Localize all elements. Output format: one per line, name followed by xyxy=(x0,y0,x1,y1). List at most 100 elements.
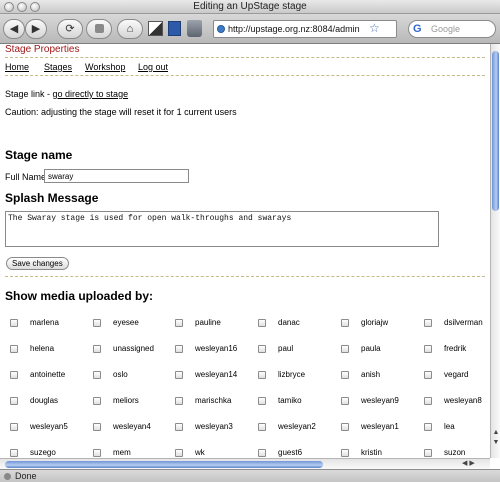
user-label: paul xyxy=(278,344,294,353)
vertical-scrollbar[interactable]: ▲ ▼ xyxy=(490,44,500,458)
divider xyxy=(5,75,485,76)
user-checkbox[interactable] xyxy=(258,397,266,405)
user-checkbox[interactable] xyxy=(258,423,266,431)
stage-link[interactable]: go directly to stage xyxy=(53,89,129,99)
save-changes-button[interactable]: Save changes xyxy=(6,257,69,270)
tag-icon[interactable] xyxy=(187,20,202,37)
user-checkbox[interactable] xyxy=(341,423,349,431)
user-checkbox[interactable] xyxy=(341,449,349,457)
nav-workshop-link[interactable]: Workshop xyxy=(85,62,125,72)
reload-icon: ⟳ xyxy=(65,23,75,35)
user-label: pauline xyxy=(195,318,221,327)
user-checkbox[interactable] xyxy=(341,319,349,327)
user-label: kristin xyxy=(361,448,382,457)
user-label: paula xyxy=(361,344,381,353)
nav-logout-link[interactable]: Log out xyxy=(138,62,168,72)
user-checkbox[interactable] xyxy=(93,449,101,457)
stage-link-line: Stage link - go directly to stage xyxy=(5,89,128,99)
user-checkbox[interactable] xyxy=(10,397,18,405)
user-checkbox[interactable] xyxy=(424,423,432,431)
user-checkbox[interactable] xyxy=(258,319,266,327)
user-label: lea xyxy=(444,422,455,431)
reload-button[interactable]: ⟳ xyxy=(57,19,83,39)
user-checkbox[interactable] xyxy=(258,345,266,353)
user-label: marischka xyxy=(195,396,232,405)
home-button[interactable]: ⌂ xyxy=(117,19,143,39)
search-field[interactable]: G Google xyxy=(408,20,496,38)
user-checkbox[interactable] xyxy=(93,371,101,379)
user-checkbox[interactable] xyxy=(424,319,432,327)
user-label: oslo xyxy=(113,370,128,379)
nav-stages-link[interactable]: Stages xyxy=(44,62,72,72)
stop-button[interactable] xyxy=(86,19,112,39)
user-checkbox[interactable] xyxy=(258,371,266,379)
user-label: wesleyan3 xyxy=(195,422,233,431)
user-checkbox[interactable] xyxy=(175,449,183,457)
site-icon xyxy=(217,25,225,33)
user-checkbox[interactable] xyxy=(424,345,432,353)
bookmark-icon[interactable] xyxy=(148,21,163,36)
caution-text: Caution: adjusting the stage will reset … xyxy=(5,107,237,117)
window-titlebar: Editing an UpStage stage xyxy=(0,0,500,14)
full-name-input[interactable] xyxy=(44,169,189,183)
user-label: antoinette xyxy=(30,370,66,379)
user-label: meliors xyxy=(113,396,139,405)
bookmark-star-icon[interactable]: ☆ xyxy=(369,22,380,34)
user-checkbox[interactable] xyxy=(10,449,18,457)
user-checkbox[interactable] xyxy=(424,397,432,405)
user-checkbox[interactable] xyxy=(175,397,183,405)
user-checkbox[interactable] xyxy=(10,423,18,431)
vertical-scroll-arrows[interactable]: ▲ ▼ xyxy=(491,428,500,448)
google-search-icon[interactable]: G xyxy=(413,22,422,36)
user-checkbox[interactable] xyxy=(175,319,183,327)
user-checkbox[interactable] xyxy=(175,423,183,431)
user-checkbox[interactable] xyxy=(10,345,18,353)
user-checkbox[interactable] xyxy=(341,345,349,353)
window-title: Editing an UpStage stage xyxy=(193,1,307,12)
user-checkbox[interactable] xyxy=(424,449,432,457)
user-label: wesleyan8 xyxy=(444,396,482,405)
horizontal-scrollbar[interactable]: ◀ ▶ xyxy=(0,458,490,469)
user-checkbox[interactable] xyxy=(341,371,349,379)
zoom-window-button[interactable] xyxy=(30,2,40,12)
back-button[interactable]: ◀ xyxy=(3,19,25,39)
page-content: Stage Properties Home Stages Workshop Lo… xyxy=(0,44,490,458)
url-text: http://upstage.org.nz:8084/admin xyxy=(228,24,360,34)
user-label: wesleyan16 xyxy=(195,344,238,353)
close-window-button[interactable] xyxy=(4,2,14,12)
forward-button[interactable]: ▶ xyxy=(25,19,47,39)
user-checkbox[interactable] xyxy=(93,345,101,353)
user-checkbox[interactable] xyxy=(93,319,101,327)
user-label: wesleyan4 xyxy=(113,422,151,431)
horizontal-scroll-thumb[interactable] xyxy=(5,461,323,468)
user-label: wesleyan14 xyxy=(195,370,238,379)
vertical-scroll-thumb[interactable] xyxy=(492,51,499,211)
forward-icon: ▶ xyxy=(31,23,41,35)
user-label: anish xyxy=(361,370,381,379)
horizontal-scroll-arrows[interactable]: ◀ ▶ xyxy=(462,459,475,469)
stage-name-heading: Stage name xyxy=(5,148,73,162)
sidebar-icon[interactable] xyxy=(168,21,181,36)
nav-home-link[interactable]: Home xyxy=(5,62,29,72)
page-title: Stage Properties xyxy=(5,44,80,55)
stop-icon xyxy=(94,24,104,33)
user-checkbox[interactable] xyxy=(10,319,18,327)
user-checkbox[interactable] xyxy=(341,397,349,405)
user-label: danac xyxy=(278,318,300,327)
user-label: fredrik xyxy=(444,344,467,353)
user-checkbox[interactable] xyxy=(258,449,266,457)
user-checkbox[interactable] xyxy=(424,371,432,379)
user-label: douglas xyxy=(30,396,59,405)
user-checkbox[interactable] xyxy=(93,423,101,431)
user-checkbox[interactable] xyxy=(175,345,183,353)
splash-message-textarea[interactable]: The Swaray stage is used for open walk-t… xyxy=(5,211,439,247)
back-icon: ◀ xyxy=(9,23,19,35)
user-label: dsilverman xyxy=(444,318,483,327)
user-label: wesleyan1 xyxy=(361,422,399,431)
user-checkbox[interactable] xyxy=(10,371,18,379)
user-label: marlena xyxy=(30,318,59,327)
minimize-window-button[interactable] xyxy=(17,2,27,12)
user-label: suzego xyxy=(30,448,56,457)
user-checkbox[interactable] xyxy=(93,397,101,405)
user-checkbox[interactable] xyxy=(175,371,183,379)
